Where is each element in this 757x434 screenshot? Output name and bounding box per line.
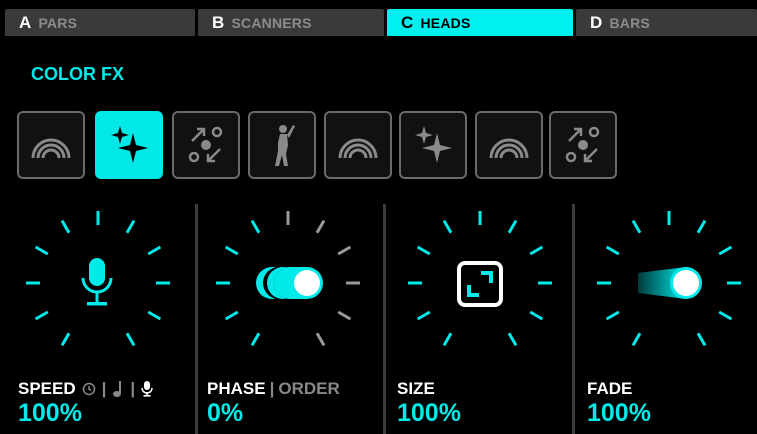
microphone-icon xyxy=(81,258,113,306)
tab-label: PARS xyxy=(38,14,78,31)
dial-tick xyxy=(60,332,71,347)
tab-label: HEADS xyxy=(420,14,471,31)
dial-tick xyxy=(507,219,518,234)
phase-toggle-icon xyxy=(256,267,323,299)
dial-tick xyxy=(224,245,239,256)
dial-tick xyxy=(442,332,453,347)
dial-tick xyxy=(315,332,326,347)
dial-tick xyxy=(147,245,162,256)
speed-label: SPEED xyxy=(18,379,76,398)
fx-button-3[interactable] xyxy=(172,111,240,179)
fx-button-4[interactable] xyxy=(248,111,316,179)
clock-icon[interactable] xyxy=(82,382,96,396)
speed-label-row: SPEED | | xyxy=(18,379,155,399)
dial-tick xyxy=(529,245,544,256)
tab-letter: A xyxy=(19,12,32,32)
dial-tick xyxy=(416,245,431,256)
tab-heads[interactable]: C HEADS xyxy=(387,9,573,36)
tab-label: BARS xyxy=(609,14,650,31)
fx-button-2[interactable] xyxy=(95,111,163,179)
fade-label-row: FADE xyxy=(587,379,632,399)
size-knob[interactable] xyxy=(384,200,574,370)
dancer-icon xyxy=(275,125,295,166)
tab-letter: D xyxy=(590,12,603,32)
fx-button-5[interactable] xyxy=(324,111,392,179)
separator: | xyxy=(269,379,275,398)
music-note-icon[interactable] xyxy=(112,380,124,398)
dial-tick xyxy=(507,332,518,347)
dial-tick xyxy=(718,310,733,321)
dial-tick xyxy=(147,310,162,321)
fx-button-1[interactable] xyxy=(17,111,85,179)
size-label: SIZE xyxy=(397,379,435,398)
microphone-icon[interactable] xyxy=(141,380,153,398)
layer-tabs: A PARS B SCANNERS C HEADS D BARS xyxy=(0,0,757,36)
separator: | xyxy=(101,379,107,398)
fade-value: 100% xyxy=(587,399,651,427)
phase-value: 0% xyxy=(207,399,244,427)
dial-tick xyxy=(34,310,49,321)
order-label[interactable]: ORDER xyxy=(278,379,339,399)
fade-label: FADE xyxy=(587,379,633,398)
dial-tick xyxy=(696,332,707,347)
dial-tick xyxy=(718,245,733,256)
dial-tick xyxy=(605,245,620,256)
dial-tick xyxy=(250,332,261,347)
scatter-arrows-icon xyxy=(188,126,223,163)
tab-label: SCANNERS xyxy=(231,14,312,31)
phase-label-row: PHASE | ORDER xyxy=(207,379,340,399)
sparkle-icon xyxy=(415,126,452,163)
section-title: COLOR FX xyxy=(31,64,124,84)
rainbow-icon xyxy=(489,138,529,159)
dial-tick xyxy=(60,219,71,234)
expand-icon xyxy=(457,261,503,307)
phase-knob[interactable] xyxy=(193,200,383,370)
dial-tick xyxy=(416,310,431,321)
dial-tick xyxy=(337,310,352,321)
dial-tick xyxy=(442,219,453,234)
dial-tick xyxy=(529,310,544,321)
separator: | xyxy=(130,379,136,398)
speed-value: 100% xyxy=(18,399,82,427)
dial-tick xyxy=(250,219,261,234)
fx-button-7[interactable] xyxy=(475,111,543,179)
dial-tick xyxy=(315,219,326,234)
dial-tick xyxy=(224,310,239,321)
dial-tick xyxy=(696,219,707,234)
fade-toggle-icon xyxy=(638,267,702,299)
fx-button-6[interactable] xyxy=(399,111,467,179)
dial-tick xyxy=(337,245,352,256)
tab-bars[interactable]: D BARS xyxy=(576,9,757,36)
tab-letter: B xyxy=(212,12,225,32)
dial-tick xyxy=(125,219,136,234)
fade-knob[interactable] xyxy=(574,200,757,370)
dial-tick xyxy=(34,245,49,256)
scatter-arrows-icon xyxy=(565,126,600,163)
speed-knob[interactable] xyxy=(2,200,192,370)
tab-scanners[interactable]: B SCANNERS xyxy=(198,9,384,36)
phase-label[interactable]: PHASE xyxy=(207,379,266,399)
sparkle-icon xyxy=(111,126,148,163)
rainbow-icon xyxy=(338,138,378,159)
tab-pars[interactable]: A PARS xyxy=(5,9,195,36)
rainbow-icon xyxy=(31,138,71,159)
size-label-row: SIZE xyxy=(397,379,435,399)
dial-tick xyxy=(125,332,136,347)
fx-button-8[interactable] xyxy=(549,111,617,179)
tab-letter: C xyxy=(401,12,414,32)
size-value: 100% xyxy=(397,399,461,427)
dial-tick xyxy=(631,332,642,347)
dial-tick xyxy=(631,219,642,234)
dial-tick xyxy=(605,310,620,321)
